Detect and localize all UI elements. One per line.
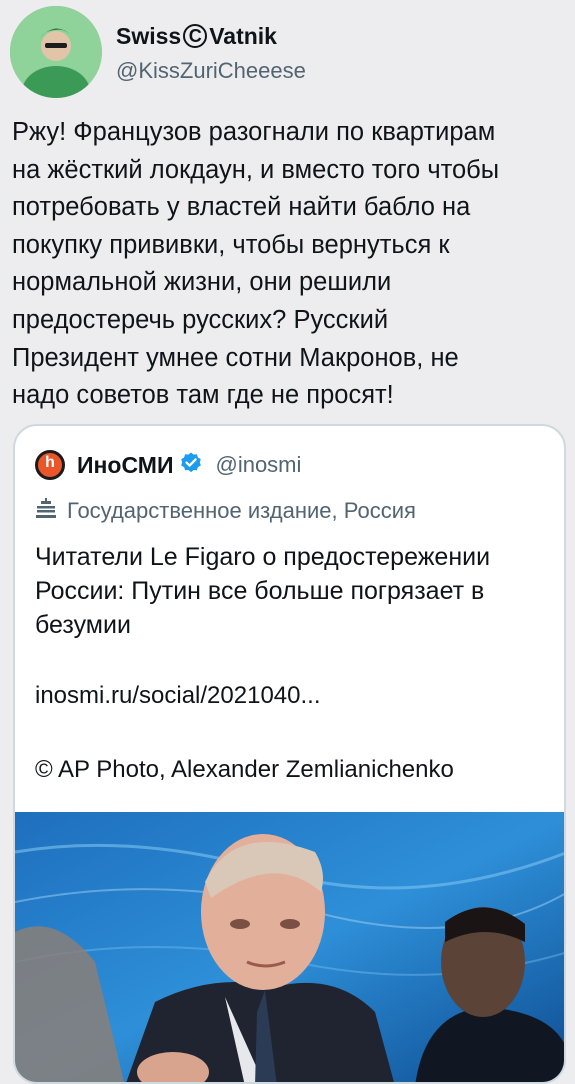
author-names: Swiss C Vatnik @KissZuriCheeese <box>116 23 306 84</box>
photo-credit: © AP Photo, Alexander Zemlianichenko <box>35 756 454 783</box>
tweet-text: Ржу! Французов разогнали по квартирам на… <box>12 118 500 410</box>
quoted-tweet-text: Читатели Le Figaro о предостережении Рос… <box>35 543 491 639</box>
quoted-tweet-header: h ИноСМИ @inosmi <box>35 450 301 480</box>
quoted-author-name[interactable]: ИноСМИ <box>77 452 173 479</box>
quoted-tweet-link[interactable]: inosmi.ru/social/2021040... <box>35 682 321 710</box>
copyright-circle-icon: C <box>183 24 208 48</box>
quoted-tweet-photo[interactable] <box>15 812 564 1082</box>
tweet-card: Swiss C Vatnik @KissZuriCheeese Ржу! Фра… <box>0 0 575 1084</box>
display-name-part1: Swiss <box>116 22 182 49</box>
inosmi-logo-icon[interactable]: h <box>35 450 65 480</box>
state-media-label-text: Государственное издание, Россия <box>67 498 416 523</box>
state-media-label[interactable]: Государственное издание, Россия <box>35 496 416 526</box>
state-media-flag-icon <box>35 496 57 526</box>
author-display-name[interactable]: Swiss C Vatnik <box>116 23 306 50</box>
author-handle[interactable]: @KissZuriCheeese <box>116 58 306 84</box>
avatar[interactable] <box>10 6 102 98</box>
quoted-author-handle[interactable]: @inosmi <box>215 452 301 478</box>
display-name-part2: Vatnik <box>209 22 277 49</box>
verified-badge-icon <box>179 451 203 480</box>
quoted-tweet[interactable]: h ИноСМИ @inosmi Государственное издание… <box>13 424 566 1084</box>
logo-letter: h <box>45 454 55 471</box>
tweet-header: Swiss C Vatnik @KissZuriCheeese <box>10 6 306 98</box>
